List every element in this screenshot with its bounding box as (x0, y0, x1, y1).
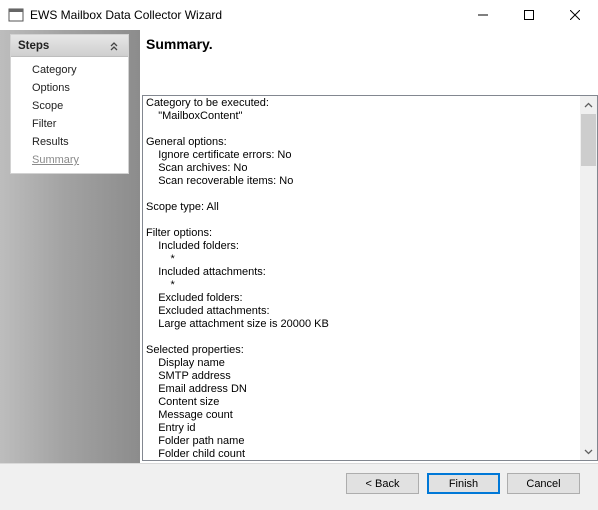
step-item-results[interactable]: Results (32, 136, 69, 148)
maximize-button[interactable] (506, 0, 552, 30)
summary-line: Category to be executed: (146, 97, 269, 109)
cancel-button[interactable]: Cancel (507, 473, 580, 494)
summary-line (146, 331, 576, 344)
steps-title: Steps (18, 40, 50, 52)
title-bar: EWS Mailbox Data Collector Wizard (0, 0, 598, 30)
summary-line: Email address DN (146, 383, 247, 395)
summary-line: Ignore certificate errors: No (146, 149, 292, 161)
button-bar: < Back Finish Cancel (0, 463, 598, 510)
summary-line: Excluded folders: (146, 292, 243, 304)
back-button[interactable]: < Back (346, 473, 419, 494)
summary-line: Scope type: All (146, 201, 219, 213)
summary-line: Scan archives: No (146, 162, 248, 174)
summary-line: * (146, 279, 175, 291)
summary-line: Selected properties: (146, 344, 244, 356)
summary-line: Display name (146, 357, 225, 369)
summary-line: Entry id (146, 422, 196, 434)
close-button[interactable] (552, 0, 598, 30)
chevron-down-icon (584, 449, 593, 454)
step-item-scope[interactable]: Scope (32, 100, 63, 112)
sidebar-panel: Steps Category Options Scope Filter Resu… (0, 30, 140, 463)
summary-line: Excluded attachments: (146, 305, 270, 317)
step-item-category[interactable]: Category (32, 64, 77, 76)
summary-line: Folder child count (146, 448, 246, 460)
summary-line: Included folders: (146, 240, 239, 252)
chevron-up-icon (584, 102, 593, 107)
steps-panel: Steps Category Options Scope Filter Resu… (10, 34, 129, 174)
maximize-icon (524, 10, 534, 20)
close-icon (570, 10, 580, 20)
window-title: EWS Mailbox Data Collector Wizard (30, 8, 223, 22)
scroll-down-button[interactable] (580, 443, 597, 460)
step-item-summary[interactable]: Summary (32, 154, 79, 166)
chevron-double-up-icon[interactable] (108, 40, 120, 52)
summary-line (146, 188, 576, 201)
summary-line: * (146, 253, 175, 265)
scroll-up-button[interactable] (580, 96, 597, 113)
summary-line: Content size (146, 396, 220, 408)
summary-line: Large attachment size is 20000 KB (146, 318, 329, 330)
summary-line: Scan recoverable items: No (146, 175, 294, 187)
summary-line (146, 214, 576, 227)
app-icon (8, 8, 24, 22)
summary-line: Folder path name (146, 435, 245, 447)
summary-text: Category to be executed: "MailboxContent… (146, 97, 576, 460)
steps-header[interactable]: Steps (11, 35, 128, 57)
summary-line: Included attachments: (146, 266, 266, 278)
summary-line (146, 123, 576, 136)
summary-textbox[interactable]: Category to be executed: "MailboxContent… (142, 95, 598, 461)
summary-line: Filter options: (146, 227, 213, 239)
minimize-icon (478, 14, 488, 16)
scroll-thumb[interactable] (581, 114, 596, 166)
summary-line: SMTP address (146, 370, 231, 382)
step-item-options[interactable]: Options (32, 82, 70, 94)
summary-line: General options: (146, 136, 227, 148)
vertical-scrollbar[interactable] (580, 96, 597, 460)
summary-line: "MailboxContent" (146, 110, 243, 122)
summary-line: Message count (146, 409, 233, 421)
step-item-filter[interactable]: Filter (32, 118, 56, 130)
page-title: Summary. (146, 36, 213, 52)
finish-button[interactable]: Finish (427, 473, 500, 494)
minimize-button[interactable] (460, 0, 506, 30)
